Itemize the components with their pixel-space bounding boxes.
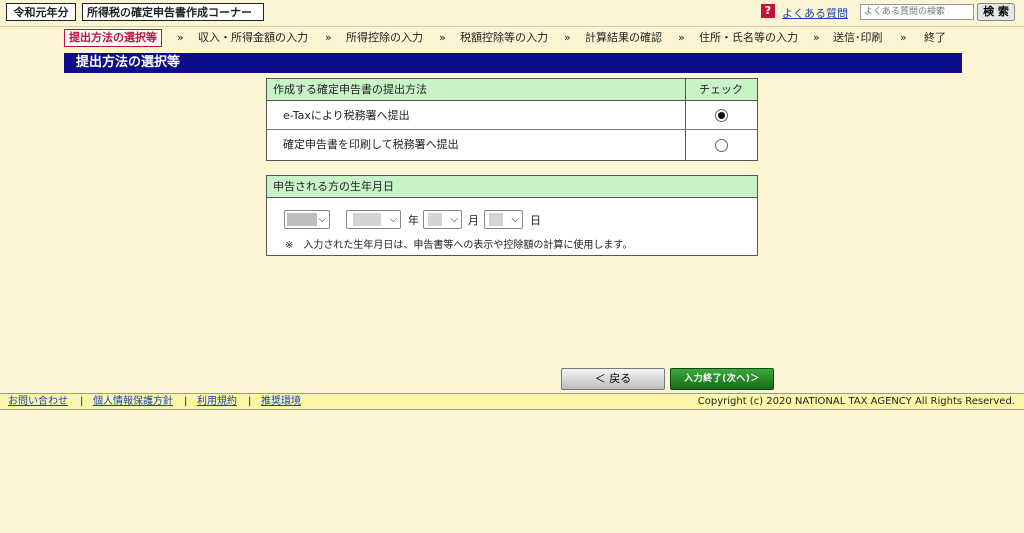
footer: お問い合わせ | 個人情報保護方針 | 利用規約 | 推奨環境 Copyrigh… xyxy=(0,393,1024,410)
birthdate-note: ※ 入力された生年月日は、申告書等への表示や控除額の計算に使用します。 xyxy=(285,240,633,251)
footer-separator: | xyxy=(248,396,252,407)
month-unit: 月 xyxy=(468,214,479,227)
step-separator: » xyxy=(678,31,685,44)
footer-separator: | xyxy=(80,396,84,407)
print-radio[interactable] xyxy=(715,139,728,152)
step-item: 収入・所得金額の入力 xyxy=(198,31,308,44)
month-select-value xyxy=(428,213,442,226)
footer-link-environment[interactable]: 推奨環境 xyxy=(261,394,301,409)
era-select[interactable]: ⌵ xyxy=(284,210,330,229)
submission-method-table: 作成する確定申告書の提出方法 チェック e-Taxにより税務署へ提出 確定申告書… xyxy=(266,78,758,161)
step-item: 計算結果の確認 xyxy=(585,31,662,44)
step-separator: » xyxy=(900,31,907,44)
step-separator: » xyxy=(439,31,446,44)
day-select[interactable]: ⌵ xyxy=(484,210,523,229)
day-select-value xyxy=(489,213,503,226)
step-item: 住所・氏名等の入力 xyxy=(699,31,798,44)
step-separator: » xyxy=(177,31,184,44)
year-select-value xyxy=(353,213,381,226)
era-select-value xyxy=(287,213,317,226)
method-option-print: 確定申告書を印刷して税務署へ提出 xyxy=(267,130,757,159)
step-navigation: 提出方法の選択等 » 収入・所得金額の入力 » 所得控除の入力 » 税額控除等の… xyxy=(64,29,964,47)
method-option-etax: e-Taxにより税務署へ提出 xyxy=(267,101,757,130)
step-current: 提出方法の選択等 xyxy=(64,29,162,47)
step-item: 所得控除の入力 xyxy=(346,31,423,44)
step-item: 終了 xyxy=(924,31,946,44)
footer-separator: | xyxy=(184,396,188,407)
step-separator: » xyxy=(813,31,820,44)
etax-radio[interactable] xyxy=(715,109,728,122)
footer-link-contact[interactable]: お問い合わせ xyxy=(8,394,68,409)
page-title: 提出方法の選択等 xyxy=(64,53,962,73)
method-header-label: 作成する確定申告書の提出方法 xyxy=(267,79,685,101)
method-option-label: 確定申告書を印刷して税務署へ提出 xyxy=(283,138,459,151)
birthdate-header: 申告される方の生年月日 xyxy=(267,176,757,198)
year-unit: 年 xyxy=(408,214,419,227)
next-button[interactable]: 入力終了(次へ)＞ xyxy=(670,368,774,390)
chevron-down-icon: ⌵ xyxy=(318,214,326,225)
corner-title: 所得税の確定申告書作成コーナー xyxy=(82,3,264,21)
method-header-check: チェック xyxy=(685,79,757,101)
faq-link[interactable]: よくある質問 xyxy=(782,5,848,21)
footer-link-terms[interactable]: 利用規約 xyxy=(197,394,237,409)
step-separator: » xyxy=(564,31,571,44)
method-option-label: e-Taxにより税務署へ提出 xyxy=(283,109,410,122)
month-select[interactable]: ⌵ xyxy=(423,210,462,229)
question-icon[interactable]: ? xyxy=(761,4,775,18)
search-button[interactable]: 検 索 xyxy=(977,3,1015,21)
year-select[interactable]: ⌵ xyxy=(346,210,401,229)
footer-link-privacy[interactable]: 個人情報保護方針 xyxy=(93,394,173,409)
step-item: 送信･印刷 xyxy=(833,31,883,44)
step-item: 税額控除等の入力 xyxy=(460,31,548,44)
copyright: Copyright (c) 2020 NATIONAL TAX AGENCY A… xyxy=(697,396,1015,407)
chevron-down-icon: ⌵ xyxy=(450,214,458,225)
chevron-down-icon: ⌵ xyxy=(511,214,519,225)
step-separator: » xyxy=(325,31,332,44)
chevron-down-icon: ⌵ xyxy=(389,214,397,225)
day-unit: 日 xyxy=(530,214,541,227)
top-bar: 令和元年分 所得税の確定申告書作成コーナー ? よくある質問 検 索 xyxy=(0,0,1024,27)
back-button[interactable]: ＜ 戻る xyxy=(561,368,665,390)
faq-search-input[interactable] xyxy=(860,4,974,20)
year-badge: 令和元年分 xyxy=(6,3,76,21)
